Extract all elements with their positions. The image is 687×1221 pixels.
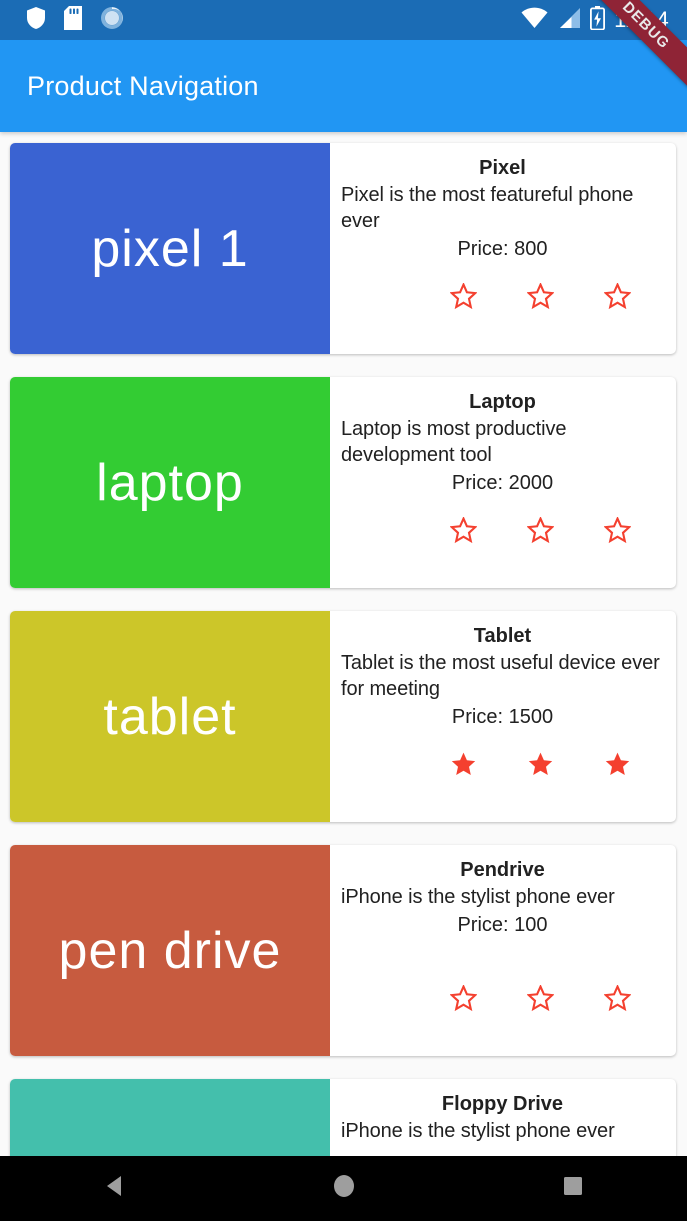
home-icon [331,1173,357,1204]
status-bar: 11:14 [0,0,687,40]
recents-icon [561,1174,585,1203]
product-list[interactable]: pixel 1 Pixel Pixel is the most featureful… [0,132,687,1156]
cellular-signal-icon [557,7,581,34]
product-details: Pixel Pixel is the most featureful phone … [330,143,676,354]
product-title: Pixel [479,157,526,179]
app-bar: Product Navigation [0,40,687,132]
product-card[interactable]: laptop Laptop Laptop is most productive de… [10,377,676,588]
product-rating[interactable] [330,985,664,1012]
product-image: pixel 1 [10,143,330,354]
star-outline-icon[interactable] [450,517,477,544]
star-outline-icon[interactable] [604,517,631,544]
product-image [10,1079,330,1156]
product-image: laptop [10,377,330,588]
sync-circle-icon [100,6,124,35]
product-image-label: pixel 1 [91,219,249,278]
product-description: iPhone is the stylist phone ever [341,886,615,908]
sd-card-icon [64,5,82,35]
star-outline-icon[interactable] [527,283,554,310]
star-outline-icon[interactable] [527,985,554,1012]
back-button[interactable] [80,1156,150,1221]
product-details: Pendrive iPhone is the stylist phone ever… [330,845,676,1056]
page-title: Product Navigation [27,70,259,101]
product-image: pen drive [10,845,330,1056]
wifi-icon [521,7,548,34]
product-title: Pendrive [460,859,545,881]
product-title: Laptop [469,391,536,413]
product-price: Price: 2000 [451,472,554,494]
product-details: Laptop Laptop is most productive developm… [330,377,676,588]
star-outline-icon[interactable] [450,985,477,1012]
product-rating[interactable] [330,517,664,544]
recents-button[interactable] [538,1156,608,1221]
product-price: Price: 100 [457,914,548,936]
product-price: Price: 800 [457,238,548,260]
product-rating[interactable] [330,283,664,310]
product-image-label: tablet [103,687,237,746]
star-filled-icon[interactable] [527,751,554,778]
battery-charging-icon [590,5,606,35]
product-description: Tablet is the most useful device ever fo… [341,652,660,700]
product-card[interactable]: tablet Tablet Tablet is the most useful de… [10,611,676,822]
product-image-label: pen drive [58,921,282,980]
star-outline-icon[interactable] [450,283,477,310]
product-description: Pixel is the most featureful phone ever [341,184,634,232]
product-card[interactable]: pixel 1 Pixel Pixel is the most featureful… [10,143,676,354]
product-description: Laptop is most productive development to… [341,418,567,466]
product-description: iPhone is the stylist phone ever [341,1120,615,1142]
product-details: Floppy Drive iPhone is the stylist phone … [330,1079,676,1156]
product-image: tablet [10,611,330,822]
home-button[interactable] [309,1156,379,1221]
star-filled-icon[interactable] [604,751,631,778]
status-bar-left-icons [26,5,124,35]
star-filled-icon[interactable] [450,751,477,778]
product-image-label: laptop [96,453,244,512]
product-price: Price: 1500 [451,706,554,728]
product-title: Floppy Drive [441,1093,564,1115]
back-icon [102,1173,128,1204]
system-navigation-bar [0,1156,687,1221]
star-outline-icon[interactable] [604,283,631,310]
product-rating[interactable] [330,751,664,778]
star-outline-icon[interactable] [527,517,554,544]
product-card[interactable]: Floppy Drive iPhone is the stylist phone … [10,1079,676,1156]
product-card[interactable]: pen drive Pendrive iPhone is the stylist p… [10,845,676,1056]
star-outline-icon[interactable] [604,985,631,1012]
product-title: Tablet [473,625,532,647]
product-details: Tablet Tablet is the most useful device e… [330,611,676,822]
app-screen: 11:14 DEBUG Product Navigation pixel 1Pi… [0,0,687,1221]
shield-icon [26,6,46,35]
